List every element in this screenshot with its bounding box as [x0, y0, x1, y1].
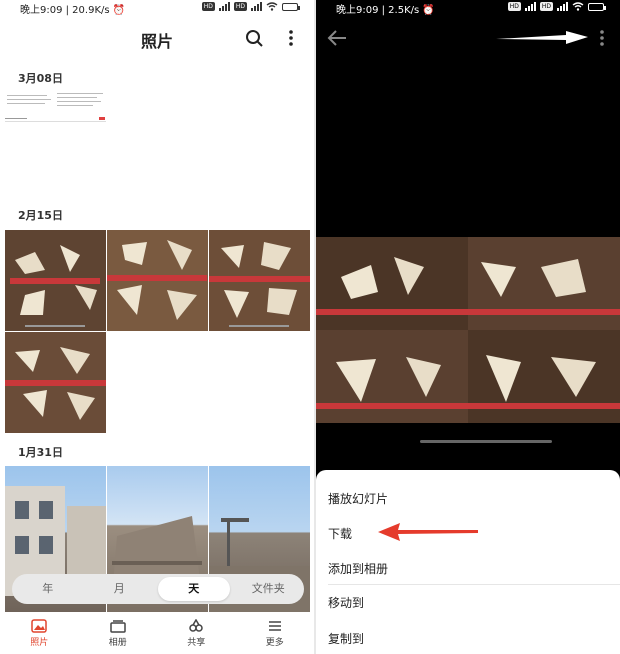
nav-label: 相册: [108, 637, 127, 648]
status-bar: 晚上9:09 | 2.5K/s ⏰ HD HD: [316, 0, 620, 16]
photo-thumbnail-document[interactable]: [5, 88, 106, 122]
photo-thumbnail[interactable]: [5, 332, 106, 433]
photo-scrubber[interactable]: [420, 440, 552, 443]
nav-more[interactable]: 更多: [236, 612, 315, 654]
section-date: 3月08日: [18, 72, 63, 85]
menu-icon: [268, 620, 281, 631]
status-icons: HD HD: [507, 2, 606, 11]
nav-share[interactable]: 共享: [157, 612, 236, 654]
photo-viewer-panel: 晚上9:09 | 2.5K/s ⏰ HD HD 播放幻灯片 下载 添加到相册 移…: [316, 0, 620, 654]
action-sheet: 播放幻灯片 下载 添加到相册 移动到 复制到: [316, 470, 620, 654]
view-mode-segmented-control: 年 月 天 文件夹: [12, 574, 304, 604]
photo-thumbnail[interactable]: [107, 230, 208, 331]
nav-label: 更多: [265, 637, 284, 648]
nav-label: 共享: [187, 637, 206, 648]
annotation-arrow-icon: [378, 523, 478, 541]
signal-5g-icon: [557, 2, 568, 11]
viewer-photo[interactable]: [316, 237, 620, 423]
tab-month[interactable]: 月: [84, 577, 156, 601]
status-bar: 晚上9:09 | 20.9K/s ⏰ HD HD: [0, 0, 314, 16]
menu-item-move-to[interactable]: 移动到: [328, 594, 364, 611]
photo-thumbnail[interactable]: [5, 230, 106, 331]
status-time-speed: 晚上9:09 | 20.9K/s ⏰: [20, 5, 126, 16]
back-arrow-icon[interactable]: [326, 28, 348, 48]
section-date: 2月15日: [18, 209, 63, 222]
photo-thumbnail[interactable]: [209, 230, 310, 331]
menu-item-add-to-album[interactable]: 添加到相册: [328, 560, 388, 577]
hd-badge-2: HD: [539, 2, 553, 11]
tab-year[interactable]: 年: [12, 577, 84, 601]
hd-badge: HD: [507, 2, 521, 11]
signal-4g-icon: [218, 2, 230, 11]
annotation-arrow-icon: [496, 31, 588, 44]
photos-app-panel: 晚上9:09 | 20.9K/s ⏰ HD HD 照片 3月08日 2月15日: [0, 0, 314, 654]
menu-item-download[interactable]: 下载: [328, 525, 352, 542]
nav-albums[interactable]: 相册: [79, 612, 158, 654]
search-icon[interactable]: [244, 28, 264, 48]
hd-badge-2: HD: [233, 2, 247, 11]
section-date: 1月31日: [18, 446, 63, 459]
more-vertical-icon[interactable]: [281, 28, 301, 48]
nav-label: 照片: [30, 637, 49, 648]
status-time-speed: 晚上9:09 | 2.5K/s ⏰: [336, 5, 435, 16]
menu-item-slideshow[interactable]: 播放幻灯片: [328, 490, 388, 507]
battery-icon: [588, 2, 606, 11]
album-icon: [110, 619, 126, 633]
battery-icon: [282, 2, 300, 11]
tab-folder[interactable]: 文件夹: [233, 577, 305, 601]
nav-photos[interactable]: 照片: [0, 612, 79, 654]
tab-day[interactable]: 天: [158, 577, 230, 601]
photo-icon: [31, 618, 47, 633]
status-icons: HD HD: [201, 2, 300, 11]
wifi-icon: [572, 2, 584, 11]
more-vertical-icon[interactable]: [592, 28, 612, 48]
signal-5g-icon: [251, 2, 262, 11]
menu-item-copy-to[interactable]: 复制到: [328, 630, 364, 647]
bottom-navigation: 照片 相册 共享 更多: [0, 612, 314, 654]
wifi-icon: [266, 2, 278, 11]
menu-separator: [328, 584, 620, 585]
signal-4g-icon: [524, 2, 536, 11]
share-icon: [189, 618, 203, 632]
hd-badge: HD: [201, 2, 215, 11]
page-title: 照片: [140, 32, 173, 51]
